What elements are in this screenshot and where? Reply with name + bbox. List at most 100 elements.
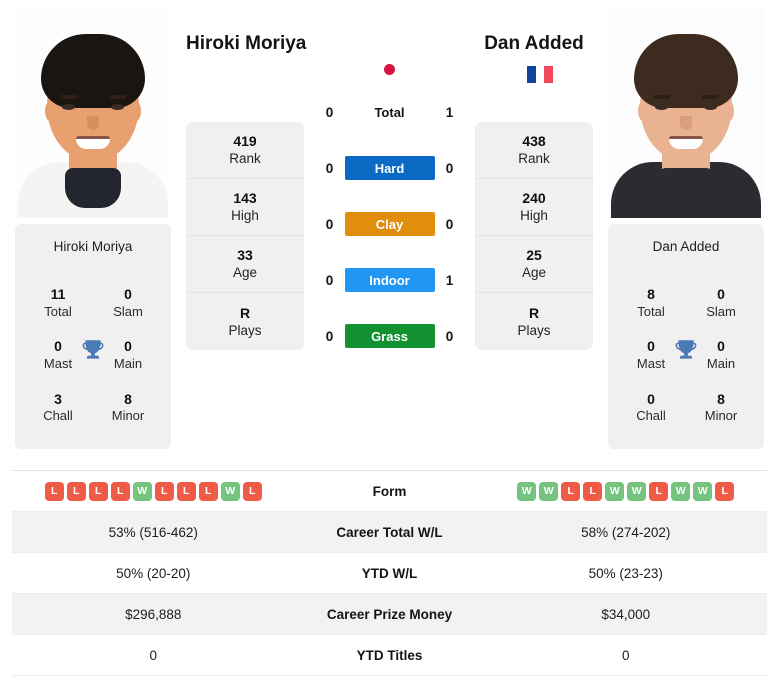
titles-main-value: 0 — [717, 338, 725, 355]
titles-minor-label: Minor — [704, 408, 738, 424]
player-left-rank-column: 419 Rank 143 High 33 Age R Plays — [186, 122, 304, 350]
titles-main-label: Main — [706, 355, 736, 371]
surface-badge-total: Total — [374, 104, 405, 120]
h2h-row-hard: 0 Hard 0 — [304, 140, 475, 196]
titles-main-left: 0 Main — [103, 338, 153, 372]
form-badge-l: L — [561, 481, 581, 501]
form-badge-l: L — [88, 481, 108, 501]
titles-mast-right: 0 Mast — [626, 338, 676, 372]
h2h-surface-rows: 0 Total 1 0 Hard 0 0 Clay 0 0 Indoor 1 0 Grass 0 — [304, 84, 475, 364]
titles-minor-value: 8 — [124, 390, 132, 407]
high-label: High — [520, 208, 548, 224]
player-left-photo — [15, 8, 171, 218]
form-badge-w: W — [671, 481, 691, 501]
player-right-titles-card: 8 Total 0 Slam 0 Mast 0 Main 0 Chall 8 M… — [608, 268, 764, 450]
plays-label: Plays — [228, 322, 262, 338]
comparison-top-section: Hiroki Moriya 11 Total 0 Slam 0 Mast 0 M… — [0, 0, 779, 470]
titles-total-label: Total — [637, 303, 665, 319]
player-right-name-card: Dan Added — [608, 224, 764, 268]
japan-flag-icon — [377, 61, 402, 77]
player-left-headline-name: Hiroki Moriya — [186, 33, 307, 54]
high-cell-left: 143 High — [186, 179, 304, 236]
flag-inner-row — [304, 54, 475, 84]
h2h-right-score: 0 — [445, 328, 454, 344]
h2h-row-grass: 0 Grass 0 — [304, 308, 475, 364]
titles-mast-value: 0 — [647, 338, 655, 355]
plays-cell-right: R Plays — [475, 293, 593, 350]
titles-slam-value: 0 — [124, 286, 132, 302]
player-right-column: Dan Added 8 Total 0 Slam 0 Mast 0 Main 0… — [593, 0, 779, 450]
row-label-career-wl: Career Total W/L — [336, 524, 443, 540]
form-left: LLLLWLLLWL — [12, 481, 295, 501]
h2h-left-score: 0 — [325, 216, 334, 232]
france-flag-icon — [527, 66, 554, 83]
titles-mast-value: 0 — [54, 338, 62, 355]
titles-slam-label: Slam — [113, 303, 143, 319]
trophy-icon — [82, 340, 104, 360]
h2h-row-indoor: 0 Indoor 1 — [304, 252, 475, 308]
titles-chall-label: Chall — [43, 408, 73, 424]
age-value: 25 — [526, 247, 542, 264]
age-label: Age — [232, 265, 258, 281]
plays-value: R — [239, 304, 251, 321]
prize-money-right: $34,000 — [601, 606, 651, 622]
h2h-right-score: 1 — [445, 272, 454, 288]
titles-mast-label: Mast — [636, 355, 666, 371]
h2h-left-score: 0 — [325, 160, 334, 176]
portrait-illustration — [15, 8, 171, 218]
titles-row-total-slam: 11 Total 0 Slam — [21, 278, 165, 330]
titles-row-mast-main: 0 Mast 0 Main — [21, 330, 165, 382]
table-row-career-wl: 53% (516-462) Career Total W/L 58% (274-… — [12, 512, 767, 553]
titles-main-right: 0 Main — [696, 338, 746, 372]
rank-value: 438 — [522, 133, 546, 150]
rank-value: 419 — [233, 133, 257, 150]
rank-cell-right: 438 Rank — [475, 122, 593, 179]
surface-badge-hard[interactable]: Hard — [344, 156, 435, 180]
form-badge-w: W — [220, 481, 240, 501]
h2h-left-score: 0 — [325, 328, 334, 344]
form-badge-l: L — [649, 481, 669, 501]
plays-value: R — [528, 304, 540, 321]
surface-badge-indoor[interactable]: Indoor — [344, 268, 435, 292]
surface-badge-clay[interactable]: Clay — [344, 212, 435, 236]
h2h-row-total: 0 Total 1 — [304, 84, 475, 140]
plays-label: Plays — [517, 322, 551, 338]
h2h-right-score: 0 — [445, 216, 454, 232]
age-value: 33 — [237, 247, 253, 264]
ytd-titles-right: 0 — [621, 647, 630, 663]
player-right-headline-name: Dan Added — [484, 33, 584, 54]
table-row-form: LLLLWLLLWL Form WWLLWWLWWL — [12, 471, 767, 512]
titles-chall-right: 0 Chall — [626, 391, 676, 425]
plays-cell-left: R Plays — [186, 293, 304, 350]
form-badge-l: L — [583, 481, 603, 501]
form-badge-l: L — [44, 481, 64, 501]
form-badge-l: L — [715, 481, 735, 501]
high-value: 240 — [522, 190, 546, 207]
high-cell-right: 240 High — [475, 179, 593, 236]
form-badge-w: W — [517, 481, 537, 501]
titles-main-label: Main — [113, 355, 143, 371]
h2h-row-clay: 0 Clay 0 — [304, 196, 475, 252]
high-value: 143 — [233, 190, 257, 207]
flags-row — [304, 54, 475, 84]
titles-slam-value: 0 — [717, 286, 725, 302]
form-badge-w: W — [693, 481, 713, 501]
titles-total-label: Total — [44, 303, 72, 319]
form-badge-l: L — [176, 481, 196, 501]
titles-total-right: 8 Total — [626, 286, 676, 320]
titles-slam-label: Slam — [706, 303, 736, 319]
stats-table: LLLLWLLLWL Form WWLLWWLWWL 53% (516-462)… — [12, 470, 767, 676]
titles-total-value: 11 — [50, 286, 66, 302]
age-cell-left: 33 Age — [186, 236, 304, 293]
row-label-prize-money: Career Prize Money — [326, 606, 453, 622]
age-label: Age — [521, 265, 547, 281]
trophy-icon — [675, 340, 697, 360]
rank-cell-left: 419 Rank — [186, 122, 304, 179]
form-right: WWLLWWLWWL — [485, 481, 768, 501]
titles-chall-value: 0 — [647, 390, 655, 407]
titles-minor-left: 8 Minor — [103, 391, 153, 425]
titles-row-mast-main: 0 Mast 0 Main — [614, 330, 758, 382]
titles-slam-left: 0 Slam — [103, 286, 153, 320]
table-row-ytd-wl: 50% (20-20) YTD W/L 50% (23-23) — [12, 553, 767, 594]
surface-badge-grass[interactable]: Grass — [344, 324, 435, 348]
